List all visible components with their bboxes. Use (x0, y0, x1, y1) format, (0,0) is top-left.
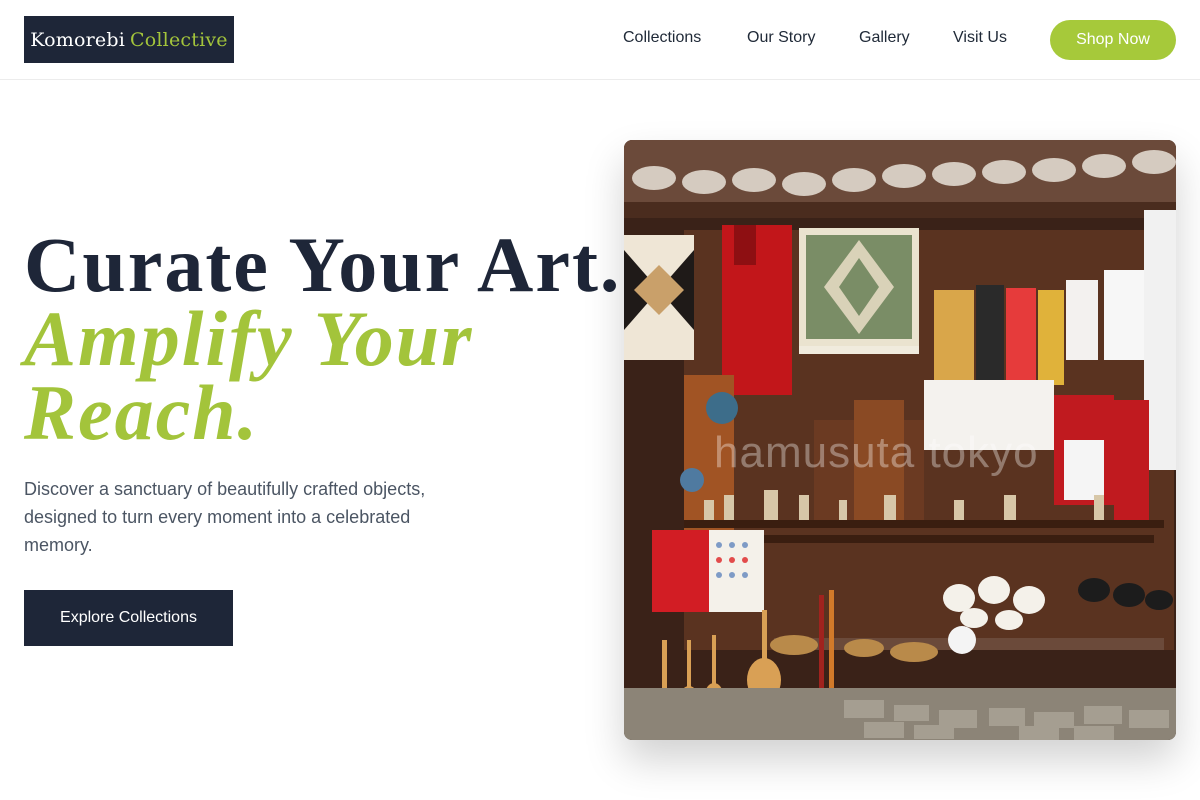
nav-item-visit-us[interactable]: Visit Us (953, 29, 1007, 47)
headline-line-2: Amplify Your (24, 295, 474, 382)
headline-line-3: Reach. (24, 369, 260, 456)
explore-collections-button[interactable]: Explore Collections (24, 590, 233, 646)
headline-line-1: Curate Your Art. (24, 221, 622, 308)
brand-name-accent: Collective (130, 28, 228, 51)
nav-item-collections[interactable]: Collections (623, 29, 701, 47)
site-header: Komorebi Collective Collections Our Stor… (0, 0, 1200, 80)
brand-name-primary: Komorebi (30, 28, 126, 51)
nav-item-our-story[interactable]: Our Story (747, 29, 815, 47)
shop-now-button[interactable]: Shop Now (1050, 20, 1176, 60)
image-watermark: hamusuta tokyo (714, 428, 1039, 477)
brand-logo[interactable]: Komorebi Collective (24, 16, 234, 63)
hero-description: Discover a sanctuary of beautifully craf… (24, 479, 426, 555)
nav-item-gallery[interactable]: Gallery (859, 29, 910, 47)
hero-image-market-stall: hamusuta tokyo (624, 140, 1176, 740)
